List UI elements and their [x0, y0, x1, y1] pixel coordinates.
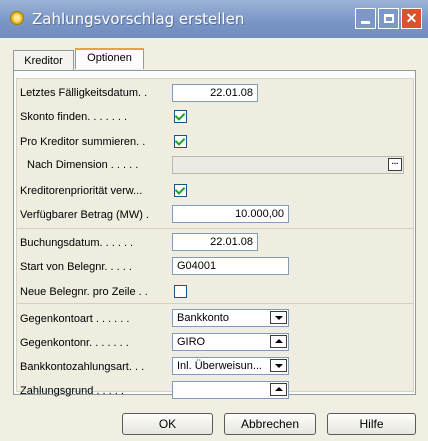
lookup-button[interactable] [270, 383, 287, 396]
letztes-faelligkeitsdatum-label: Letztes Fälligkeitsdatum. . [20, 87, 148, 99]
start-belegnr-input[interactable]: G04001 [172, 257, 289, 275]
buchungsdatum-input[interactable]: 22.01.08 [172, 233, 258, 251]
title-bar[interactable]: Zahlungsvorschlag erstellen ✕ [0, 0, 428, 38]
close-icon: ✕ [405, 10, 418, 26]
skonto-finden-checkbox[interactable] [174, 110, 187, 123]
help-button[interactable]: Hilfe [327, 413, 416, 435]
checkmark-icon [174, 135, 186, 146]
tab-kreditor[interactable]: Kreditor [13, 50, 74, 70]
lookup-button[interactable] [270, 335, 287, 348]
lookup-arrow-icon [274, 339, 283, 343]
chevron-down-icon [274, 363, 283, 368]
section-divider [17, 303, 413, 304]
bankkontozahlungsart-label: Bankkontozahlungsart. . . [20, 361, 145, 373]
cancel-button[interactable]: Abbrechen [224, 413, 316, 435]
minimize-button[interactable] [355, 8, 376, 29]
ok-button[interactable]: OK [122, 413, 213, 435]
neue-belegnr-checkbox[interactable] [174, 285, 187, 298]
checkmark-icon [174, 110, 186, 121]
maximize-icon [383, 14, 394, 23]
dialog-window: Zahlungsvorschlag erstellen ✕ Kreditor O… [0, 0, 428, 441]
lookup-arrow-icon [274, 387, 283, 391]
skonto-finden-label: Skonto finden. . . . . . . [20, 111, 128, 123]
gegenkontonr-label: Gegenkontonr. . . . . . . [20, 337, 129, 349]
nach-dimension-input[interactable] [172, 156, 404, 174]
chevron-down-icon [274, 315, 283, 320]
tab-optionen[interactable]: Optionen [75, 48, 144, 69]
neue-belegnr-label: Neue Belegnr. pro Zeile . . [20, 286, 148, 298]
kreditorenprioritaet-checkbox[interactable] [174, 184, 187, 197]
dropdown-button[interactable] [270, 311, 287, 324]
buchungsdatum-label: Buchungsdatum. . . . . . [20, 237, 134, 249]
pro-kreditor-summieren-label: Pro Kreditor summieren. . [20, 136, 146, 148]
zahlungsgrund-label: Zahlungsgrund . . . . . [20, 385, 124, 397]
pro-kreditor-summieren-checkbox[interactable] [174, 135, 187, 148]
start-belegnr-label: Start von Belegnr. . . . . [20, 261, 132, 273]
dropdown-button[interactable] [270, 359, 287, 372]
letztes-faelligkeitsdatum-input[interactable]: 22.01.08 [172, 84, 258, 102]
verfuegbarer-betrag-label: Verfügbarer Betrag (MW) . [20, 209, 149, 221]
checkmark-icon [174, 184, 186, 195]
minimize-icon [361, 21, 370, 24]
nach-dimension-label: Nach Dimension . . . . . [27, 159, 139, 171]
maximize-button[interactable] [378, 8, 399, 29]
gegenkontoart-label: Gegenkontoart . . . . . . [20, 313, 130, 325]
verfuegbarer-betrag-input[interactable]: 10.000,00 [172, 205, 289, 223]
close-button[interactable]: ✕ [401, 8, 422, 29]
section-divider [17, 228, 413, 229]
kreditorenprioritaet-label: Kreditorenpriorität verw... [20, 185, 143, 197]
window-title: Zahlungsvorschlag erstellen [32, 10, 245, 28]
lookup-ellipsis-button[interactable]: ... [388, 158, 402, 171]
app-icon [10, 11, 24, 25]
